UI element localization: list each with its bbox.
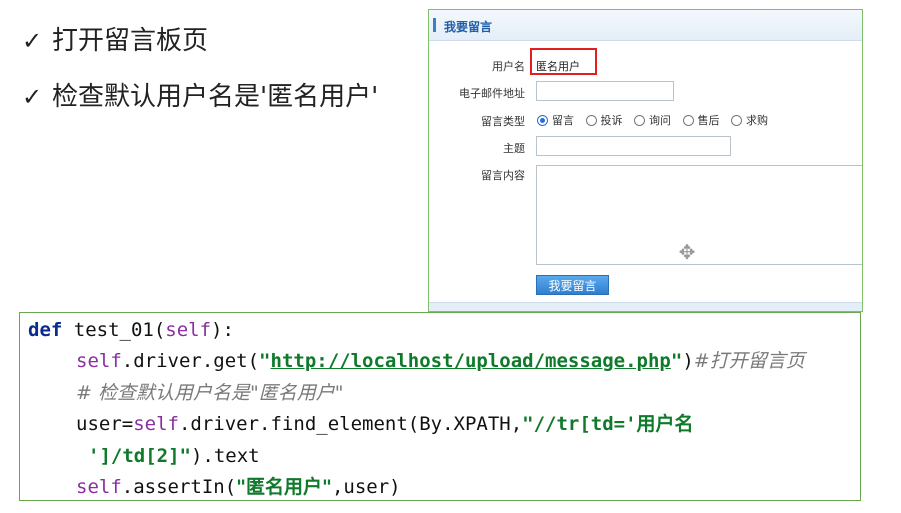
radio-option-qiugou[interactable]: 求购	[731, 112, 768, 128]
radio-icon[interactable]	[634, 114, 645, 126]
radio-option-liuyan[interactable]: 留言	[537, 112, 574, 128]
radio-icon[interactable]	[682, 114, 694, 126]
email-label: 电子邮件地址	[459, 87, 525, 100]
bullet-text: 检查默认用户名是'匿名用户'	[52, 82, 379, 112]
username-highlight-box	[530, 48, 597, 75]
radio-option-tousu[interactable]: 投诉	[585, 112, 623, 128]
content-textarea[interactable]	[536, 165, 862, 265]
code-line-2: self.driver.get("http://localhost/upload…	[76, 350, 805, 372]
check-icon: ✓	[22, 83, 43, 111]
subject-input[interactable]	[536, 136, 731, 156]
header-accent-bar	[433, 18, 436, 32]
radio-checked-icon[interactable]	[537, 114, 548, 126]
content-label: 留言内容	[481, 169, 525, 182]
check-icon: ✓	[22, 27, 43, 55]
move-cursor-icon: ✥	[678, 240, 696, 264]
radio-icon[interactable]	[585, 114, 597, 126]
type-label: 留言类型	[481, 115, 525, 128]
code-line-4: user=self.driver.find_element(By.XPATH,"…	[76, 413, 694, 435]
radio-icon[interactable]	[731, 114, 742, 126]
submit-message-button[interactable]: 我要留言	[536, 275, 609, 295]
radio-option-shouhou[interactable]: 售后	[682, 112, 720, 128]
bullet-open-page: ✓ 打开留言板页	[22, 24, 208, 58]
message-form-panel: 我要留言 用户名 匿名用户 电子邮件地址 留言类型 留言 投诉 询问 售后 求购…	[428, 9, 863, 312]
panel-title: 我要留言	[444, 20, 493, 34]
code-line-3: # 检查默认用户名是"匿名用户"	[76, 382, 344, 404]
code-line-1: def test_01(self):	[28, 319, 234, 341]
radio-option-xunwen[interactable]: 询问	[634, 112, 671, 128]
email-input[interactable]	[536, 81, 674, 101]
panel-footer-bar	[429, 302, 862, 311]
panel-header: 我要留言	[429, 10, 862, 41]
code-block: def test_01(self): self.driver.get("http…	[19, 312, 861, 501]
code-line-5: ']/td[2]").text	[88, 445, 260, 467]
type-radio-group: 留言 投诉 询问 售后 求购	[537, 112, 776, 128]
bullet-text: 打开留言板页	[52, 26, 209, 56]
bullet-check-username: ✓ 检查默认用户名是'匿名用户'	[22, 80, 378, 114]
username-label: 用户名	[492, 60, 525, 73]
code-line-6: self.assertIn("匿名用户",user)	[76, 476, 401, 498]
subject-label: 主题	[503, 142, 525, 155]
